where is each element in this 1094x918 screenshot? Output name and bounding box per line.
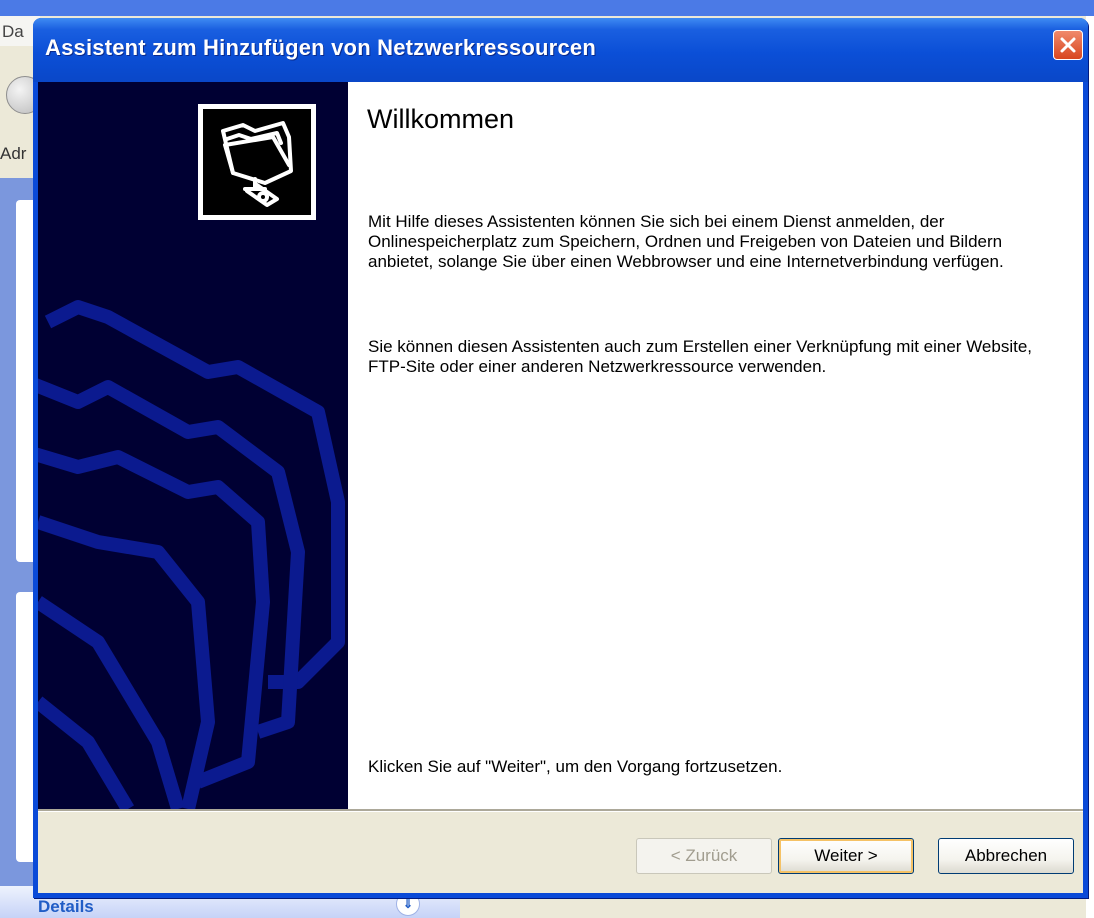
button-separator [38, 809, 1083, 812]
intro-paragraph: Mit Hilfe dieses Assistenten können Sie … [368, 212, 1004, 271]
add-network-place-wizard: Assistent zum Hinzufügen von Netzwerkres… [33, 18, 1088, 898]
dialog-title: Assistent zum Hinzufügen von Netzwerkres… [45, 35, 596, 60]
cancel-button[interactable]: Abbrechen [938, 838, 1074, 874]
continue-hint: Klicken Sie auf "Weiter", um den Vorgang… [368, 757, 783, 776]
wizard-content: Willkommen Mit Hilfe dieses Assistenten … [348, 82, 1083, 809]
back-button[interactable]: < Zurück [636, 838, 772, 874]
close-icon [1060, 37, 1076, 53]
network-folder-icon [221, 121, 293, 207]
background-window-titlebar [0, 0, 1094, 16]
close-button[interactable] [1053, 30, 1083, 60]
background-window-title: Da [2, 22, 24, 41]
next-button[interactable]: Weiter > [778, 838, 914, 874]
secondary-paragraph: Sie können diesen Assistenten auch zum E… [368, 337, 1033, 376]
details-pane-title: Details [38, 897, 94, 916]
dialog-titlebar[interactable]: Assistent zum Hinzufügen von Netzwerkres… [33, 18, 1088, 82]
wizard-icon-frame [198, 104, 316, 220]
wizard-banner [38, 82, 348, 809]
address-bar-label: Adr [0, 144, 27, 163]
dialog-client-area: Willkommen Mit Hilfe dieses Assistenten … [38, 82, 1083, 893]
page-title: Willkommen [367, 104, 515, 134]
